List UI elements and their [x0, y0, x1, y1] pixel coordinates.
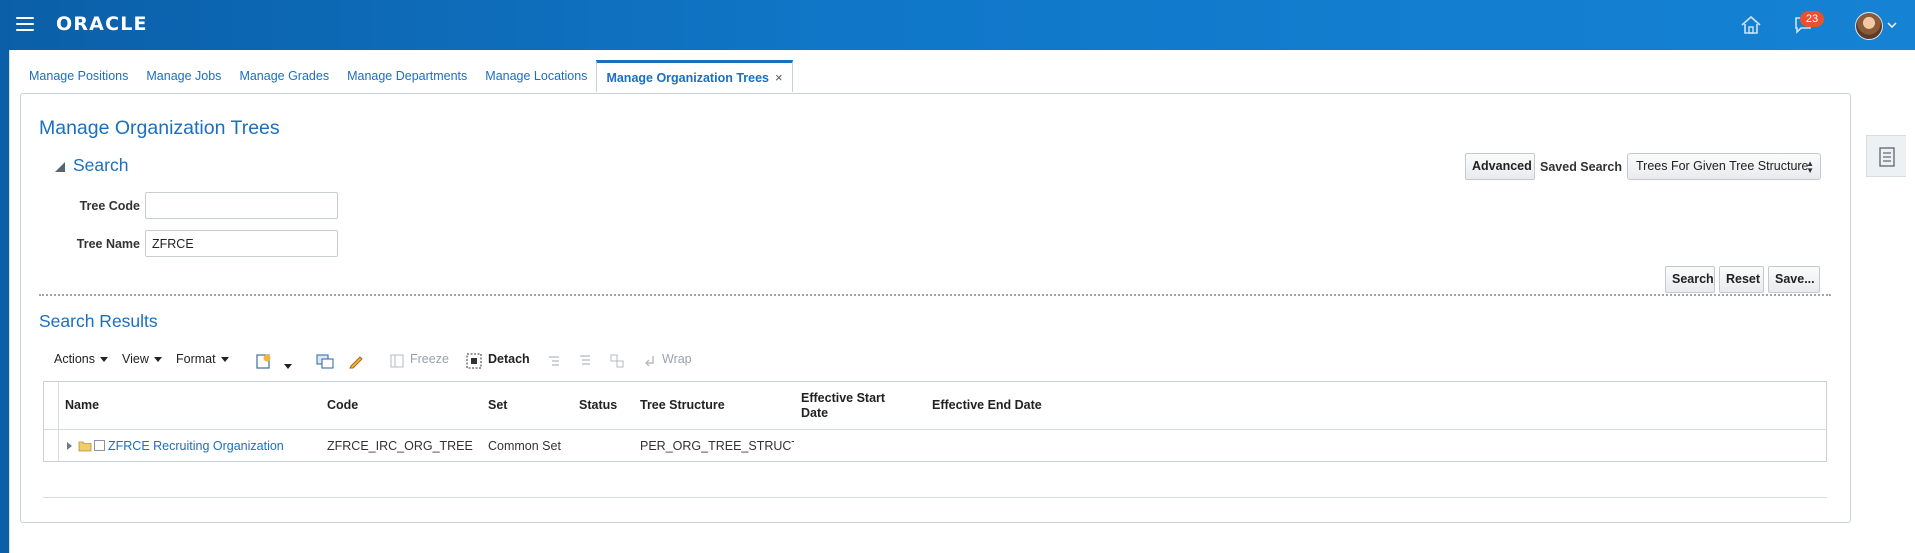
format-menu[interactable]: Format — [176, 352, 229, 366]
tab-manage-organization-trees[interactable]: Manage Organization Trees × — [596, 60, 793, 92]
task-tabs: Manage Positions Manage Jobs Manage Grad… — [20, 60, 793, 92]
tab-label: Manage Organization Trees — [606, 71, 769, 85]
tab-manage-locations[interactable]: Manage Locations — [476, 60, 596, 92]
create-icon[interactable] — [256, 353, 272, 369]
tab-manage-jobs[interactable]: Manage Jobs — [137, 60, 230, 92]
expand-node-icon[interactable] — [65, 441, 75, 451]
tree-name-label: Tree Name — [76, 237, 140, 251]
reset-button[interactable]: Reset — [1719, 266, 1764, 293]
view-menu[interactable]: View — [122, 352, 162, 366]
create-menu-caret[interactable] — [284, 359, 292, 373]
search-heading-label: Search — [73, 155, 129, 175]
detach-button[interactable]: Detach — [488, 352, 530, 366]
search-heading[interactable]: Search — [55, 155, 128, 176]
table-row[interactable]: ZFRCE Recruiting Organization — [65, 430, 320, 461]
tab-manage-grades[interactable]: Manage Grades — [230, 60, 338, 92]
save-search-button[interactable]: Save... — [1768, 266, 1820, 293]
tree-code-field[interactable] — [145, 192, 338, 219]
notification-badge[interactable]: 23 — [1800, 11, 1824, 27]
saved-search-select[interactable]: Trees For Given Tree Structure ▲ ▼ — [1627, 153, 1821, 180]
home-icon[interactable] — [1740, 15, 1762, 35]
oracle-logo: ORACLE — [56, 13, 148, 35]
tab-label: Manage Locations — [485, 69, 588, 83]
go-to-top-icon[interactable] — [578, 354, 592, 368]
search-button[interactable]: Search — [1665, 266, 1715, 293]
left-edge — [0, 50, 9, 553]
cell-tree-structure: PER_ORG_TREE_STRUCTURE — [640, 438, 794, 453]
tree-name-field[interactable] — [145, 230, 338, 257]
tab-label: Manage Grades — [239, 69, 330, 83]
actions-label: Actions — [54, 352, 95, 366]
cell-effective-end-date — [932, 430, 1052, 461]
query-by-example-icon[interactable] — [316, 353, 334, 369]
tree-name-link[interactable]: ZFRCE Recruiting Organization — [108, 439, 284, 453]
chevron-down-icon[interactable] — [1887, 20, 1897, 30]
advanced-button[interactable]: Advanced — [1465, 153, 1535, 180]
tab-label: Manage Positions — [29, 69, 129, 83]
cell-status — [579, 430, 634, 461]
tab-label: Manage Departments — [347, 69, 468, 83]
search-results-heading: Search Results — [39, 311, 158, 331]
column-header-code[interactable]: Code — [327, 382, 477, 429]
results-table: Name Code Set Status Tree Structure Effe… — [43, 381, 1827, 462]
chevron-down-icon — [284, 364, 292, 370]
global-header: ORACLE 23 — [0, 0, 1915, 50]
column-header-set[interactable]: Set — [488, 382, 568, 429]
chevron-down-icon — [100, 357, 108, 363]
cell-effective-start-date — [801, 430, 901, 461]
section-divider — [39, 294, 1831, 296]
wrap-button[interactable]: Wrap — [662, 352, 692, 366]
page-title: Manage Organization Trees — [39, 117, 280, 139]
show-as-top-icon[interactable] — [610, 354, 624, 368]
saved-search-label: Saved Search — [1540, 160, 1622, 174]
tab-manage-departments[interactable]: Manage Departments — [338, 60, 476, 92]
close-icon[interactable]: × — [775, 70, 783, 85]
wrap-icon — [645, 356, 654, 367]
format-label: Format — [176, 352, 216, 366]
column-header-effective-end-date[interactable]: Effective End Date — [932, 382, 1072, 429]
freeze-icon — [390, 354, 404, 368]
tab-manage-positions[interactable]: Manage Positions — [20, 60, 137, 92]
row-header-column[interactable] — [44, 382, 59, 461]
column-header-effective-start-date[interactable]: Effective Start Date — [801, 382, 901, 429]
view-label: View — [122, 352, 149, 366]
saved-search-value: Trees For Given Tree Structure — [1636, 159, 1809, 173]
side-panel-icon — [1879, 147, 1895, 167]
tab-label: Manage Jobs — [146, 69, 222, 83]
cell-set: Common Set — [488, 438, 561, 453]
user-avatar[interactable] — [1855, 12, 1883, 40]
table-footer-divider — [43, 497, 1827, 498]
checkbox-icon[interactable] — [94, 440, 105, 451]
column-header-name[interactable]: Name — [65, 382, 315, 429]
chevron-down-icon — [153, 357, 162, 363]
folder-icon — [78, 441, 92, 451]
expand-all-icon[interactable] — [547, 354, 561, 368]
freeze-button[interactable]: Freeze — [410, 352, 449, 366]
column-header-tree-structure[interactable]: Tree Structure — [640, 382, 790, 429]
column-header-status[interactable]: Status — [579, 382, 634, 429]
tree-code-label: Tree Code — [79, 199, 140, 213]
cell-code: ZFRCE_IRC_ORG_TREE — [327, 438, 473, 453]
detach-icon — [466, 353, 482, 369]
edit-icon[interactable] — [348, 353, 364, 369]
hamburger-icon[interactable] — [16, 17, 34, 31]
actions-menu[interactable]: Actions — [54, 352, 108, 366]
select-arrows-icon: ▲ ▼ — [1806, 159, 1814, 175]
chevron-down-icon — [220, 357, 229, 363]
side-panel-toggle[interactable] — [1866, 135, 1906, 177]
